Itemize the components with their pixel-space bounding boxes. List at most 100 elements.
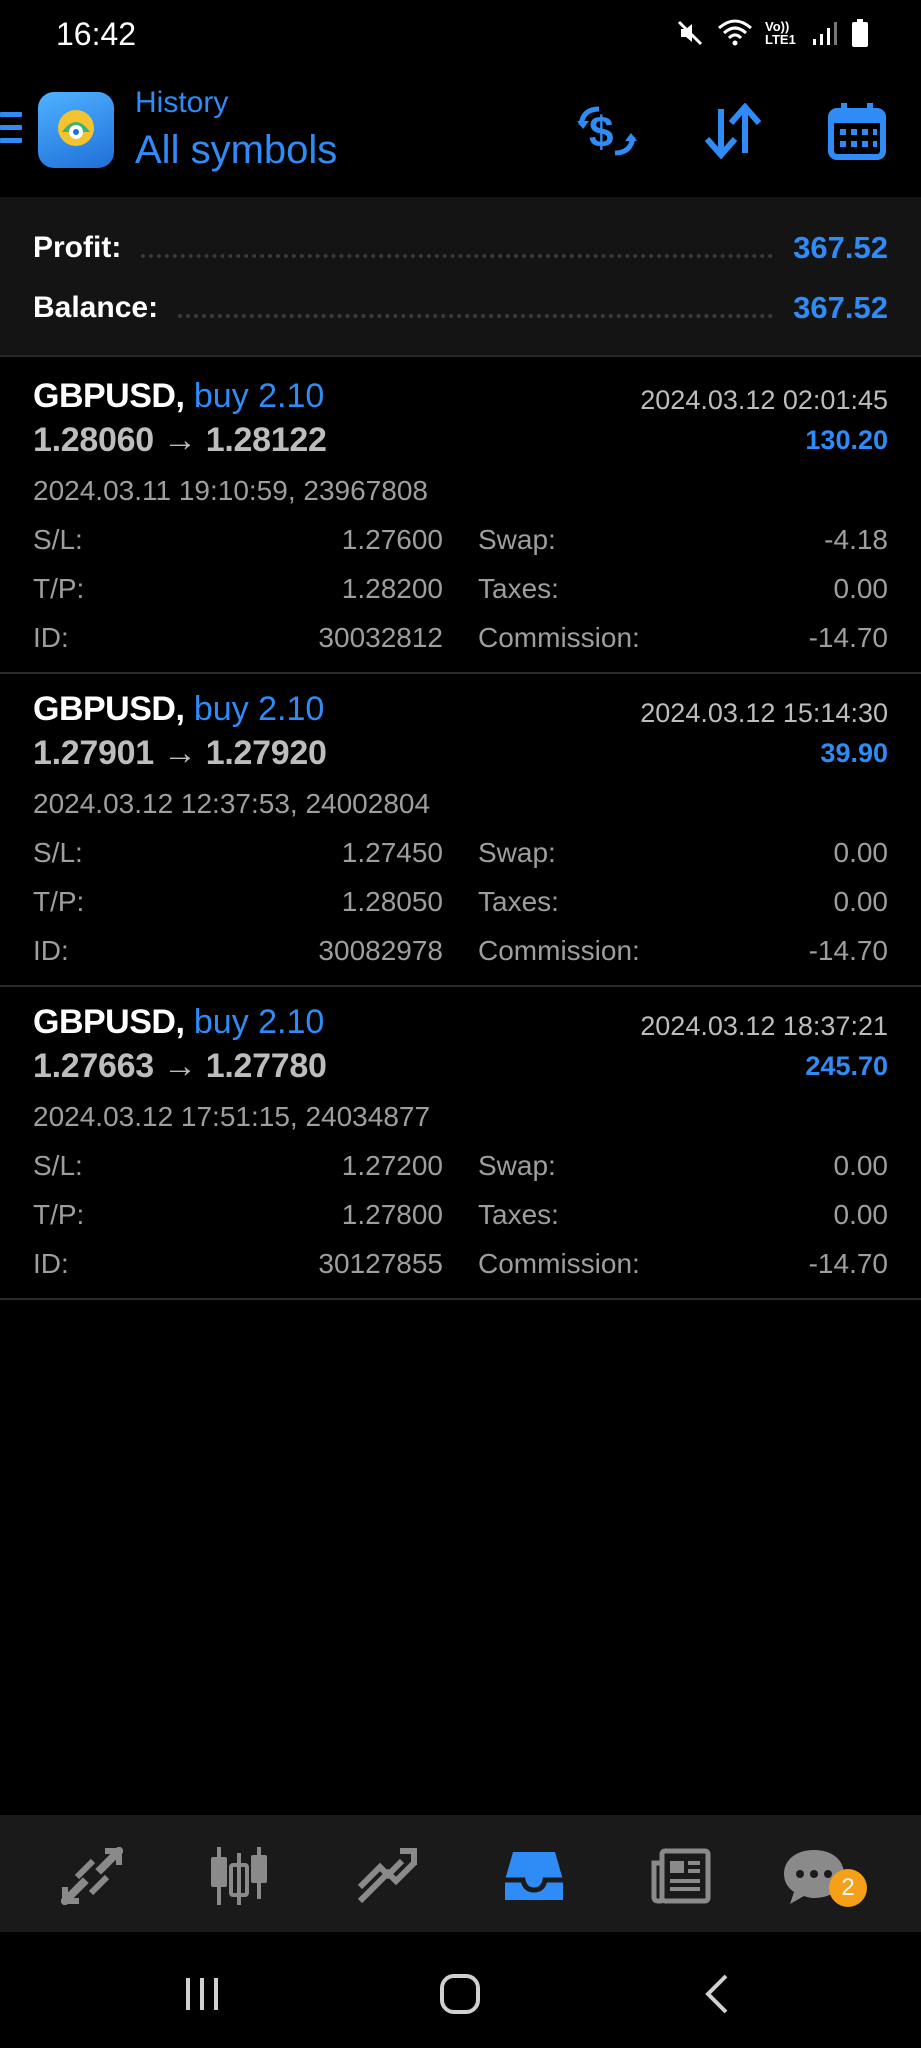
sl-value: 1.27200 [341,1150,443,1181]
deal-row-tp-taxes: T/P: 1.28050 Taxes: 0.00 [33,886,888,926]
id-value: 30082978 [318,935,443,966]
balance-row: Balance: 367.52 [33,288,888,328]
wifi-icon [718,19,752,46]
commission-value: -14.70 [808,935,888,966]
sl-value: 1.27600 [341,524,443,555]
dotted-leader [141,254,774,258]
swap-label: Swap: [478,837,556,868]
commission-value: -14.70 [808,622,888,653]
id-label: ID: [33,935,69,966]
back-button[interactable] [688,1970,748,2018]
sl-label: S/L: [33,524,83,555]
home-icon [440,1974,480,2014]
deal-close-time: 2024.03.12 02:01:45 [640,385,888,415]
tp-value: 1.27800 [341,1199,443,1230]
swap-value: 0.00 [833,1150,889,1181]
sort-icon [704,103,762,159]
deal-row-tp-taxes: T/P: 1.27800 Taxes: 0.00 [33,1199,888,1239]
deal-row-id-commission: ID: 30032812 Commission: -14.70 [33,622,888,662]
id-value: 30032812 [318,622,443,653]
status-icons: Vo)) LTE1 [675,18,869,48]
taxes-label: Taxes: [478,1199,559,1230]
tab-history[interactable] [501,1843,567,1909]
chat-badge: 2 [829,1869,867,1907]
balance-label: Balance: [33,291,159,324]
id-label: ID: [33,622,69,653]
header-title[interactable]: All symbols [135,128,337,173]
tp-value: 1.28050 [341,886,443,917]
status-bar: 16:42 Vo)) LTE1 [0,0,921,75]
taxes-label: Taxes: [478,573,559,604]
deal-profit: 130.20 [805,425,888,455]
tab-chat[interactable]: 2 [781,1843,867,1909]
menu-icon[interactable] [0,112,24,148]
news-icon [651,1848,711,1904]
swap-value: -4.18 [824,524,888,555]
deal-item[interactable]: GBPUSD, buy 2.10 1.28060 → 1.28122 2024.… [0,361,921,674]
balance-value: 367.52 [793,290,888,325]
profit-row: Profit: 367.52 [33,228,888,268]
profit-label: Profit: [33,231,122,264]
deal-header: GBPUSD, buy 2.10 [33,377,324,416]
home-button[interactable] [430,1970,490,2018]
header-subtitle: History [135,86,229,119]
sort-button[interactable] [701,99,765,163]
taxes-label: Taxes: [478,886,559,917]
dollar-exchange-icon: $ [577,106,637,157]
deal-row-sl-swap: S/L: 1.27200 Swap: 0.00 [33,1150,888,1190]
deal-item[interactable]: GBPUSD, buy 2.10 1.27663 → 1.27780 2024.… [0,987,921,1300]
tab-news[interactable] [648,1843,714,1909]
dotted-leader [178,314,774,318]
deal-type: buy 2.10 [193,377,325,415]
taxes-value: 0.00 [833,886,889,917]
deal-row-sl-swap: S/L: 1.27450 Swap: 0.00 [33,837,888,877]
quotes-icon [61,1847,123,1905]
taxes-value: 0.00 [833,573,889,604]
recent-apps-icon [186,1978,218,2010]
bottom-tab-bar: 2 [0,1815,921,1932]
deal-profit: 39.90 [820,738,888,768]
deal-header: GBPUSD, buy 2.10 [33,1003,324,1042]
deal-open-info: 2024.03.12 12:37:53, 24002804 [33,788,431,819]
history-icon [505,1852,563,1900]
app-logo [38,92,114,168]
deal-type: buy 2.10 [193,1003,325,1041]
deal-prices: 1.28060 → 1.28122 [33,421,327,459]
swap-label: Swap: [478,1150,556,1181]
battery-icon [852,19,868,47]
sl-label: S/L: [33,1150,83,1181]
chart-icon [211,1847,267,1905]
signal-icon [813,22,837,45]
tp-label: T/P: [33,1199,85,1230]
taxes-value: 0.00 [833,1199,889,1230]
app-header: History All symbols $ [0,75,921,197]
sl-label: S/L: [33,837,83,868]
deal-item[interactable]: GBPUSD, buy 2.10 1.27901 → 1.27920 2024.… [0,674,921,987]
deal-symbol: GBPUSD, [33,690,185,728]
network-label: Vo)) LTE1 [765,19,796,47]
commission-label: Commission: [478,622,640,653]
tab-trade[interactable] [354,1843,420,1909]
tab-chart[interactable] [206,1843,272,1909]
recent-apps-button[interactable] [172,1970,232,2018]
deal-row-sl-swap: S/L: 1.27600 Swap: -4.18 [33,524,888,564]
deal-profit: 245.70 [805,1051,888,1081]
swap-label: Swap: [478,524,556,555]
deal-type: buy 2.10 [193,690,325,728]
calendar-button[interactable] [825,99,889,163]
deal-row-tp-taxes: T/P: 1.28200 Taxes: 0.00 [33,573,888,613]
trade-icon [357,1848,417,1904]
svg-text:$: $ [589,108,613,157]
deal-close-time: 2024.03.12 15:14:30 [640,698,888,728]
tab-quotes[interactable] [59,1843,125,1909]
deal-prices: 1.27663 → 1.27780 [33,1047,327,1085]
deal-close-time: 2024.03.12 18:37:21 [640,1011,888,1041]
currency-exchange-button[interactable]: $ [575,99,639,163]
account-summary: Profit: 367.52 Balance: 367.52 [0,197,921,357]
sl-value: 1.27450 [341,837,443,868]
system-navigation-bar [0,1932,921,2048]
swap-value: 0.00 [833,837,889,868]
tp-label: T/P: [33,886,85,917]
tp-label: T/P: [33,573,85,604]
mute-icon [677,20,703,46]
